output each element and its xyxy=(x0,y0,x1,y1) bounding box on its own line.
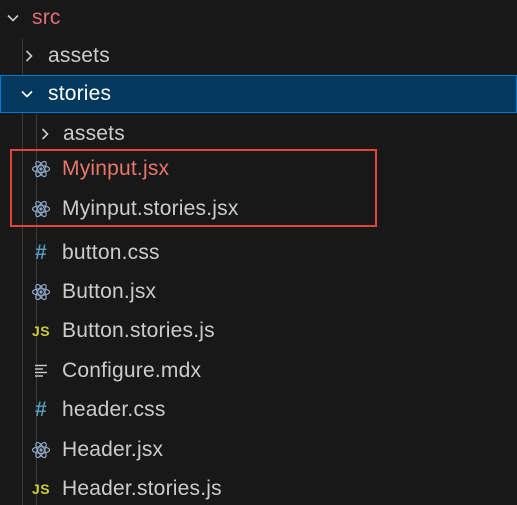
tree-item-label: assets xyxy=(63,121,125,145)
tree-item-label: Myinput.stories.jsx xyxy=(62,196,239,220)
tree-item-button-jsx[interactable]: Button.jsx xyxy=(0,272,517,311)
css-hash-icon: # xyxy=(35,398,47,421)
chevron-right-icon xyxy=(38,127,52,141)
file-explorer: src assets stories assets Myinput.jsx My… xyxy=(0,0,517,505)
tree-item-header-css[interactable]: # header.css xyxy=(0,390,517,429)
tree-item-src[interactable]: src xyxy=(0,0,517,36)
tree-item-stories-assets[interactable]: assets xyxy=(0,114,517,153)
tree-item-label: Header.stories.js xyxy=(62,476,222,500)
tree-item-button-stories-js[interactable]: JS Button.stories.js xyxy=(0,311,517,350)
tree-item-button-css[interactable]: # button.css xyxy=(0,233,517,272)
css-hash-icon: # xyxy=(35,241,47,264)
tree-item-myinput-stories-jsx[interactable]: Myinput.stories.jsx xyxy=(0,189,517,228)
react-icon xyxy=(30,439,52,461)
mdx-lines-icon xyxy=(30,360,52,382)
react-icon xyxy=(30,281,52,303)
chevron-right-icon xyxy=(22,49,36,63)
tree-item-label: Button.jsx xyxy=(62,279,157,303)
tree-item-label: Configure.mdx xyxy=(62,358,202,382)
tree-item-myinput-jsx[interactable]: Myinput.jsx xyxy=(0,149,517,188)
tree-item-label: src xyxy=(32,6,61,29)
chevron-down-icon xyxy=(20,87,34,101)
chevron-down-icon xyxy=(6,11,20,25)
tree-item-label: stories xyxy=(48,82,112,105)
tree-item-label: header.css xyxy=(62,397,166,421)
tree-item-configure-mdx[interactable]: Configure.mdx xyxy=(0,351,517,390)
tree-item-label: Button.stories.js xyxy=(62,318,215,342)
js-icon: JS xyxy=(31,480,51,497)
tree-item-label: Header.jsx xyxy=(62,437,164,461)
react-icon xyxy=(30,158,52,180)
tree-item-stories[interactable]: stories xyxy=(0,75,517,113)
js-icon: JS xyxy=(31,322,51,339)
tree-item-header-jsx[interactable]: Header.jsx xyxy=(0,430,517,469)
tree-item-label: assets xyxy=(48,43,110,67)
tree-item-label: button.css xyxy=(62,240,160,264)
react-icon xyxy=(30,198,52,220)
tree-item-header-stories-js[interactable]: JS Header.stories.js xyxy=(0,469,517,505)
tree-item-assets[interactable]: assets xyxy=(0,36,517,75)
tree-item-label: Myinput.jsx xyxy=(62,156,170,180)
